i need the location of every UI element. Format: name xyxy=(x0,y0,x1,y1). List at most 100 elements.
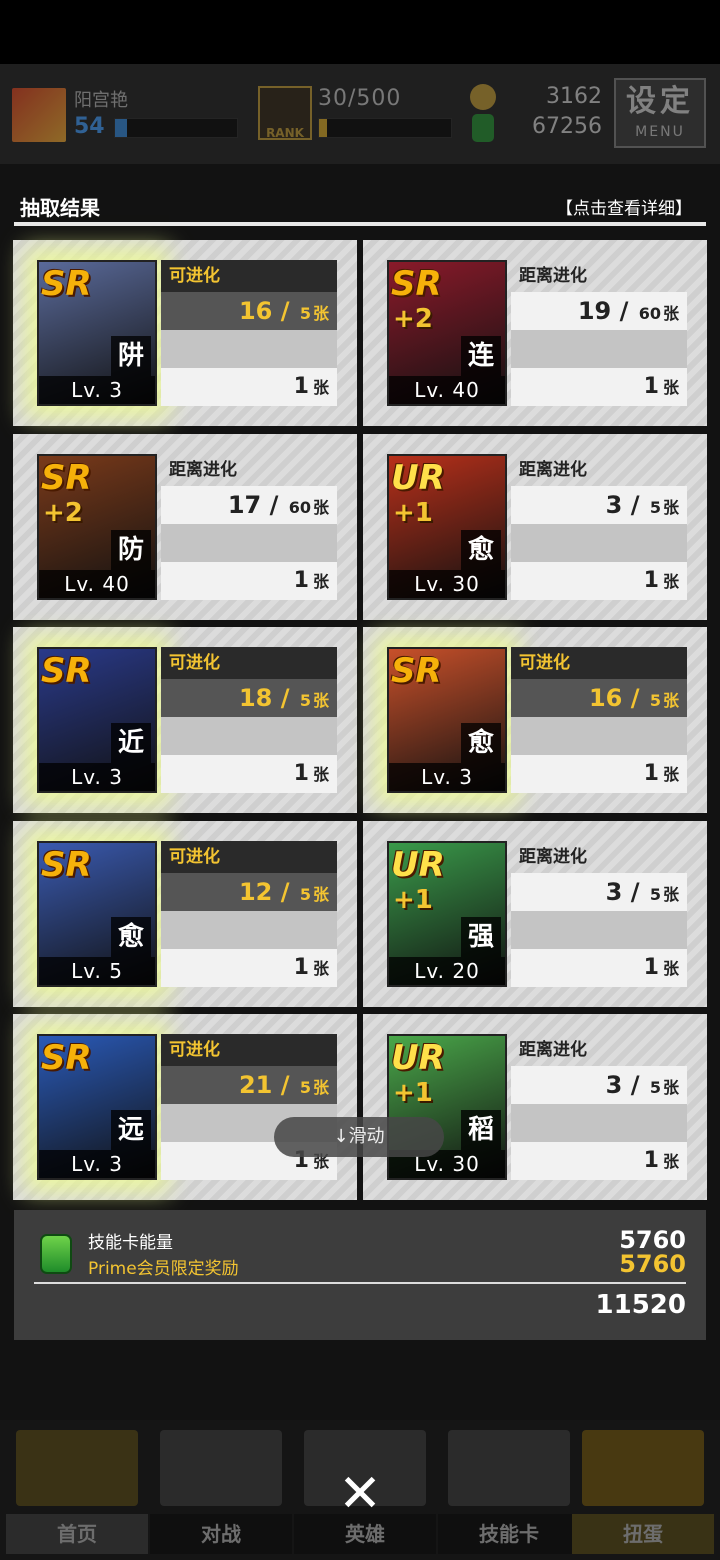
count-unit: 张 xyxy=(312,765,329,784)
close-icon[interactable]: ✕ xyxy=(332,1466,388,1522)
evolve-progress: 3 / 5张 xyxy=(511,485,687,524)
gacha-icon xyxy=(582,1430,704,1506)
progress-unit: 张 xyxy=(312,497,329,517)
progress-separator: / xyxy=(622,490,648,519)
player-name: 阳宫艳 xyxy=(74,90,128,111)
player-avatar[interactable] xyxy=(12,88,66,142)
count-value: 1 xyxy=(643,374,659,399)
progress-target: 5 xyxy=(649,497,661,517)
hero-level: Lv. 3 xyxy=(39,376,155,404)
result-card[interactable]: SR 阱 Lv. 3 可进化 16 / 5张1张 xyxy=(13,240,357,426)
progress-target: 5 xyxy=(649,1078,661,1097)
count-value: 1 xyxy=(643,954,659,980)
card-count: 1张 xyxy=(161,948,337,987)
evolve-progress: 3 / 5张 xyxy=(511,1066,687,1104)
card-count: 1张 xyxy=(511,368,687,406)
role-badge: 愈 xyxy=(461,529,501,570)
role-badge: 阱 xyxy=(111,336,151,376)
progress-current: 3 xyxy=(605,490,623,519)
prime-bonus-label: Prime会员限定奖励 xyxy=(88,1259,239,1279)
rarity-badge: SR xyxy=(391,651,442,691)
hero-portrait: SR 愈 Lv. 5 xyxy=(37,840,157,987)
card-band xyxy=(511,1104,687,1142)
view-details-link[interactable]: 【点击查看详细】 xyxy=(556,194,692,219)
hero-level: Lv. 40 xyxy=(389,376,505,404)
progress-target: 60 xyxy=(288,497,311,517)
hero-level: Lv. 40 xyxy=(39,569,155,598)
card-band xyxy=(511,330,687,368)
evolve-status: 可进化 xyxy=(161,647,337,679)
evolve-progress: 19 / 60 张 xyxy=(511,292,687,330)
nav-tab-battle[interactable]: 对战 xyxy=(150,1426,292,1554)
role-badge: 连 xyxy=(461,336,501,376)
card-band xyxy=(161,523,337,562)
result-card[interactable]: SR 愈 Lv. 3 可进化 16 / 5张1张 xyxy=(363,627,707,813)
progress-separator: / xyxy=(611,297,637,325)
rarity-badge: SR xyxy=(391,264,442,304)
count-unit: 张 xyxy=(312,378,329,397)
nav-tab-label: 首页 xyxy=(6,1514,148,1554)
evolve-progress: 18 / 5张 xyxy=(161,679,337,717)
hero-level: Lv. 20 xyxy=(389,956,505,985)
evolve-progress: 12 / 5张 xyxy=(161,872,337,911)
card-band xyxy=(161,910,337,949)
evolve-status: 可进化 xyxy=(161,840,337,873)
result-card[interactable]: SR +2 防 Lv. 40 距离进化 17 / 60 张 1 张 xyxy=(13,433,357,620)
role-badge: 防 xyxy=(111,529,151,570)
count-value: 1 xyxy=(643,761,659,786)
rank-bar-fill xyxy=(319,119,327,137)
progress-unit: 张 xyxy=(662,884,679,904)
progress-unit: 张 xyxy=(312,691,329,710)
scroll-hint: ↓滑动 xyxy=(274,1117,444,1157)
evolve-status: 距离进化 xyxy=(519,459,587,480)
progress-unit: 张 xyxy=(662,691,679,710)
result-card[interactable]: SR 愈 Lv. 5 可进化 12 / 5张 1张 xyxy=(13,820,357,1007)
evolve-progress: 21 / 5张 xyxy=(161,1066,337,1104)
page-title: 抽取结果 xyxy=(20,196,100,220)
rarity-badge: SR xyxy=(41,264,92,304)
progress-current: 12 xyxy=(238,877,273,906)
nav-tab-label: 对战 xyxy=(150,1514,292,1554)
plus-badge: +2 xyxy=(393,304,433,334)
progress-target: 5 xyxy=(299,691,311,710)
plus-badge: +1 xyxy=(393,884,433,915)
count-value: 1 xyxy=(643,567,659,593)
plus-badge: +1 xyxy=(393,1078,433,1108)
progress-current: 16 xyxy=(588,684,623,712)
progress-unit: 张 xyxy=(312,884,329,904)
plus-badge: +1 xyxy=(393,497,433,528)
back-arrow-icon xyxy=(16,1430,138,1506)
count-unit: 张 xyxy=(662,765,679,784)
progress-current: 16 xyxy=(238,297,273,325)
hero-portrait: SR 远 Lv. 3 xyxy=(37,1034,157,1180)
rank-icon: RANK xyxy=(258,86,312,140)
count-unit: 张 xyxy=(312,571,329,591)
nav-tab-skill-cards[interactable]: 技能卡 xyxy=(438,1426,580,1554)
nav-tab-gacha[interactable]: 扭蛋 xyxy=(572,1426,714,1554)
evolve-status: 距离进化 xyxy=(519,846,587,867)
progress-separator: / xyxy=(272,1071,298,1099)
nav-tab-home[interactable]: 首页 xyxy=(6,1426,148,1554)
title-divider xyxy=(14,222,706,226)
count-unit: 张 xyxy=(662,958,679,978)
result-card[interactable]: UR +1 愈 Lv. 30 距离进化 3 / 5张1张 xyxy=(363,433,707,620)
progress-separator: / xyxy=(272,297,298,325)
hero-portrait: SR 愈 Lv. 3 xyxy=(387,647,507,793)
result-card[interactable]: SR 近 Lv. 3 可进化 18 / 5张1张 xyxy=(13,627,357,813)
status-bar xyxy=(0,0,720,64)
hero-level: Lv. 30 xyxy=(389,569,505,598)
rarity-badge: UR xyxy=(391,844,445,885)
result-card[interactable]: UR +1 稻 Lv. 30 距离进化 3 / 5张1张 xyxy=(363,1014,707,1200)
plus-badge: +2 xyxy=(43,497,83,528)
result-card[interactable]: SR 远 Lv. 3 可进化 21 / 5张1张 xyxy=(13,1014,357,1200)
settings-menu-button[interactable]: 设定 MENU xyxy=(614,78,706,148)
result-card[interactable]: UR +1 强 Lv. 20 距离进化 3 / 5张1张 xyxy=(363,820,707,1007)
progress-target: 5 xyxy=(649,884,661,904)
rank-bar xyxy=(318,118,452,138)
card-band xyxy=(511,523,687,562)
progress-unit: 张 xyxy=(312,1078,329,1097)
exp-bar xyxy=(114,118,238,138)
result-card[interactable]: SR +2 连 Lv. 40 距离进化 19 / 60 张 1 张 xyxy=(363,240,707,426)
evolve-progress: 3 / 5张 xyxy=(511,872,687,911)
card-count: 1张 xyxy=(161,755,337,793)
